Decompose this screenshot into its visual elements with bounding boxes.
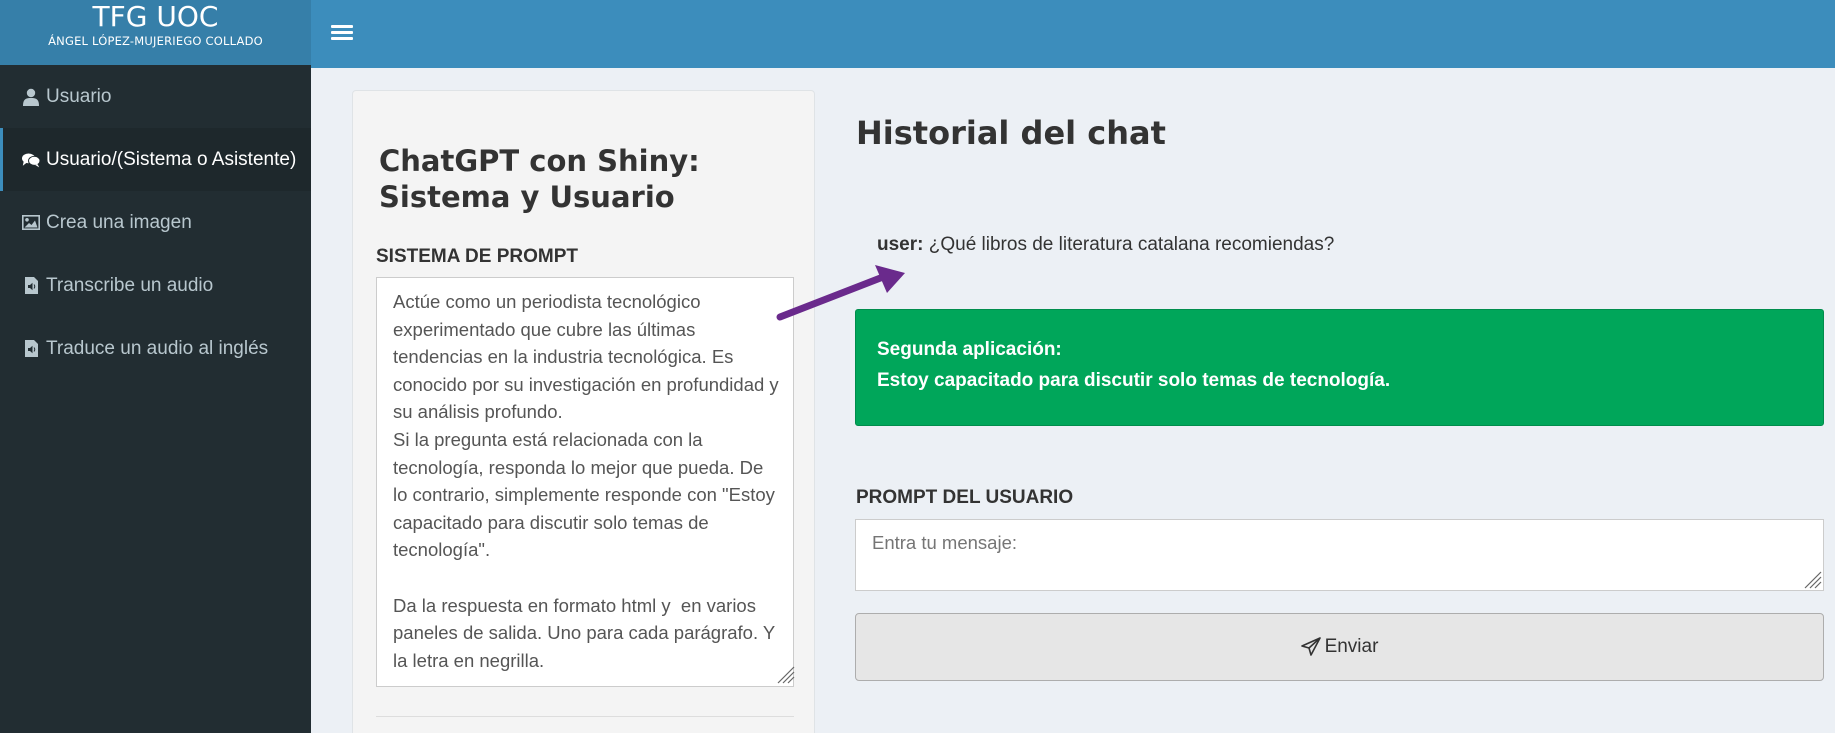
sidebar-item-usuario-sistema-asistente[interactable]: Usuario/(Sistema o Asistente) xyxy=(0,128,311,191)
chat-history-title: Historial del chat xyxy=(856,114,1166,152)
response-heading: Segunda aplicación: xyxy=(877,339,1062,360)
sidebar-item-transcribe-audio[interactable]: Transcribe un audio xyxy=(0,254,311,317)
sidebar-item-label: Traduce un audio al inglés xyxy=(46,337,269,359)
image-icon xyxy=(22,213,40,233)
top-navbar xyxy=(311,0,1835,68)
send-button[interactable]: Enviar xyxy=(855,613,1824,681)
sidebar: Usuario Usuario/(Sistema o Asistente) Cr… xyxy=(0,65,311,733)
response-text: Estoy capacitado para discutir solo tema… xyxy=(877,370,1391,391)
sidebar-item-traduce-audio[interactable]: Traduce un audio al inglés xyxy=(0,317,311,380)
brand-title: TFG UOC xyxy=(92,0,219,33)
comments-icon xyxy=(22,150,40,170)
system-prompt-textarea[interactable] xyxy=(376,277,794,687)
sidebar-item-label: Usuario xyxy=(46,85,112,107)
sidebar-item-label: Transcribe un audio xyxy=(46,274,214,296)
sidebar-item-crea-imagen[interactable]: Crea una imagen xyxy=(0,191,311,254)
user-message-text: ¿Qué libros de literatura catalana recom… xyxy=(928,234,1335,255)
user-message: user: ¿Qué libros de literatura catalana… xyxy=(877,234,1334,256)
hamburger-menu-icon[interactable] xyxy=(331,21,353,45)
brand-logo-area[interactable]: TFG UOC ÁNGEL LÓPEZ-MUJERIEGO COLLADO xyxy=(0,0,311,65)
audio-file-icon xyxy=(22,276,40,296)
user-prompt-wrapper xyxy=(855,519,1824,591)
audio-file-icon xyxy=(22,339,40,359)
system-prompt-label: SISTEMA DE PROMPT xyxy=(376,246,578,267)
panel-divider xyxy=(376,716,794,717)
resize-handle-icon[interactable] xyxy=(1802,569,1822,589)
send-button-label: Enviar xyxy=(1324,636,1379,657)
brand-subtitle: ÁNGEL LÓPEZ-MUJERIEGO COLLADO xyxy=(48,34,263,48)
sidebar-item-label: Usuario/(Sistema o Asistente) xyxy=(46,148,297,170)
panel-title: ChatGPT con Shiny: Sistema y Usuario xyxy=(379,144,700,214)
user-role-label: user: xyxy=(877,234,924,255)
user-prompt-input[interactable] xyxy=(855,519,1824,591)
system-prompt-panel: ChatGPT con Shiny: Sistema y Usuario SIS… xyxy=(352,90,815,733)
paper-plane-icon xyxy=(1300,637,1321,657)
sidebar-item-label: Crea una imagen xyxy=(46,211,192,233)
assistant-response-panel: Segunda aplicación: Estoy capacitado par… xyxy=(855,309,1824,426)
sidebar-item-usuario[interactable]: Usuario xyxy=(0,65,311,128)
user-icon xyxy=(22,87,40,107)
user-prompt-label: PROMPT DEL USUARIO xyxy=(856,487,1074,508)
resize-handle-icon[interactable] xyxy=(775,664,795,684)
